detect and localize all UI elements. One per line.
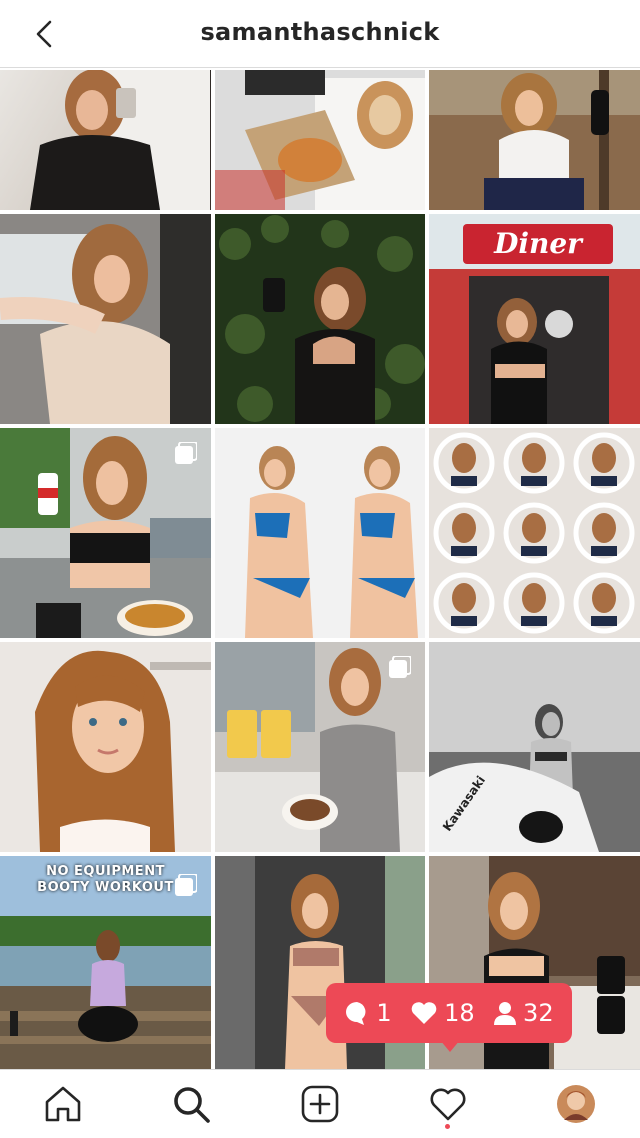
home-icon[interactable]	[43, 1084, 83, 1124]
multiple-posts-icon	[389, 656, 411, 678]
multiple-posts-icon	[175, 442, 197, 464]
activity-heart-icon[interactable]	[428, 1084, 468, 1124]
post-image	[215, 70, 425, 210]
post-image	[0, 642, 211, 852]
post-image	[429, 70, 640, 210]
post-tile[interactable]	[0, 428, 211, 638]
post-tile[interactable]	[215, 642, 425, 852]
search-icon[interactable]	[171, 1084, 211, 1124]
post-tile[interactable]: NO EQUIPMENT BOOTY WORKOUT	[0, 856, 211, 1069]
post-tile[interactable]	[0, 70, 211, 210]
post-image: Diner	[429, 214, 640, 424]
multiple-posts-icon	[175, 874, 197, 896]
like-count: 18	[444, 999, 475, 1027]
activity-popup-tail	[440, 1040, 460, 1052]
post-tile[interactable]: Kawasaki	[429, 642, 640, 852]
follow-count: 32	[523, 999, 554, 1027]
comment-count: 1	[376, 999, 392, 1027]
post-tile[interactable]: Diner	[429, 214, 640, 424]
post-image	[215, 428, 425, 638]
person-icon	[494, 1002, 517, 1025]
photo-grid: Diner Kawasaki NO EQUIPMENT BOOTY WORKOU…	[0, 68, 640, 1069]
post-image: Kawasaki	[429, 642, 640, 852]
post-tile[interactable]	[215, 70, 425, 210]
comment-icon	[346, 1002, 366, 1025]
post-image	[215, 214, 425, 424]
profile-avatar[interactable]	[556, 1084, 596, 1124]
diner-sign-text: Diner	[493, 227, 584, 260]
post-tile[interactable]	[215, 428, 425, 638]
activity-notification-dot	[445, 1124, 450, 1129]
post-image	[30, 70, 210, 210]
post-image	[429, 428, 640, 638]
like-count-group: 18	[410, 999, 475, 1027]
comment-count-group: 1	[344, 999, 392, 1027]
heart-icon	[411, 1002, 437, 1024]
post-tile[interactable]	[429, 428, 640, 638]
activity-popup[interactable]: 1 18 32	[326, 983, 572, 1043]
post-image	[0, 214, 211, 424]
bottom-tab-bar	[0, 1069, 640, 1138]
post-tile[interactable]	[0, 642, 211, 852]
profile-username: samanthaschnick	[200, 18, 440, 46]
post-tile[interactable]	[0, 214, 211, 424]
top-bar: samanthaschnick	[0, 0, 640, 68]
follow-count-group: 32	[493, 999, 554, 1027]
new-post-icon[interactable]	[300, 1084, 340, 1124]
post-tile[interactable]	[429, 70, 640, 210]
post-tile[interactable]	[215, 214, 425, 424]
